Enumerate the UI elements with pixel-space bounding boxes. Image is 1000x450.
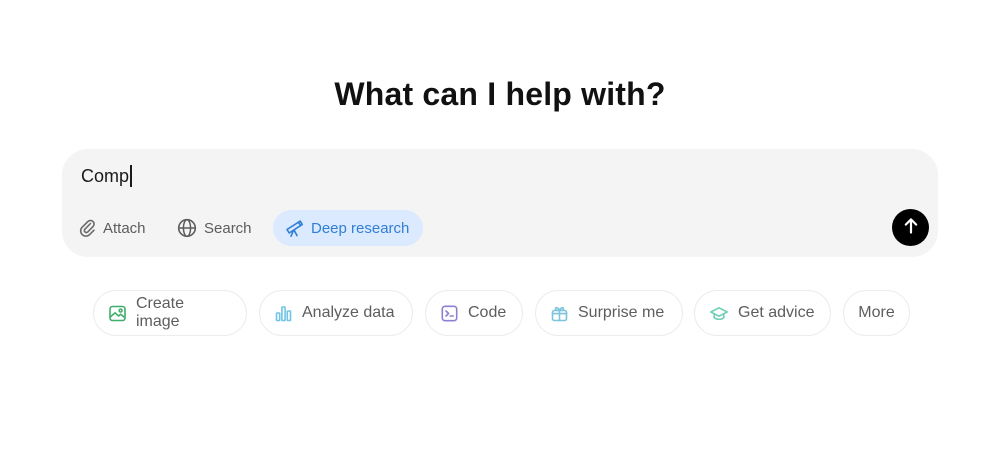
more-label: More (858, 304, 895, 321)
page-title: What can I help with? (334, 76, 666, 112)
more-chip[interactable]: More (843, 290, 910, 336)
globe-icon (177, 218, 197, 238)
message-input-text: Comp (81, 165, 130, 186)
graduation-cap-icon (709, 304, 729, 323)
create-image-chip[interactable]: Create image (93, 290, 247, 336)
get-advice-label: Get advice (738, 304, 815, 321)
terminal-icon (440, 304, 459, 323)
image-icon (108, 304, 127, 323)
telescope-icon (284, 218, 304, 238)
analyze-data-label: Analyze data (302, 304, 395, 321)
get-advice-chip[interactable]: Get advice (694, 290, 831, 336)
code-chip[interactable]: Code (425, 290, 523, 336)
create-image-label: Create image (136, 295, 185, 330)
text-caret (130, 165, 132, 187)
surprise-me-label: Surprise me (578, 304, 665, 321)
attach-button[interactable]: Attach (79, 210, 146, 246)
search-button[interactable]: Search (177, 210, 252, 246)
paperclip-icon (79, 218, 96, 238)
message-composer: Comp Attach Search Deep research (62, 149, 938, 257)
search-label: Search (204, 219, 252, 237)
message-input[interactable]: Comp (81, 165, 132, 187)
deep-research-label: Deep research (311, 219, 410, 237)
code-label: Code (468, 304, 507, 321)
suggestion-chips: Create image Analyze data Code Surprise … (0, 290, 1000, 338)
deep-research-button[interactable]: Deep research (273, 210, 424, 246)
attach-label: Attach (103, 219, 146, 237)
gift-icon (550, 304, 569, 323)
surprise-me-chip[interactable]: Surprise me (535, 290, 683, 336)
chat-home: What can I help with? Comp Attach Search… (0, 0, 1000, 450)
arrow-up-icon (903, 217, 919, 239)
bar-chart-icon (274, 304, 293, 323)
analyze-data-chip[interactable]: Analyze data (259, 290, 413, 336)
send-button[interactable] (892, 209, 929, 246)
